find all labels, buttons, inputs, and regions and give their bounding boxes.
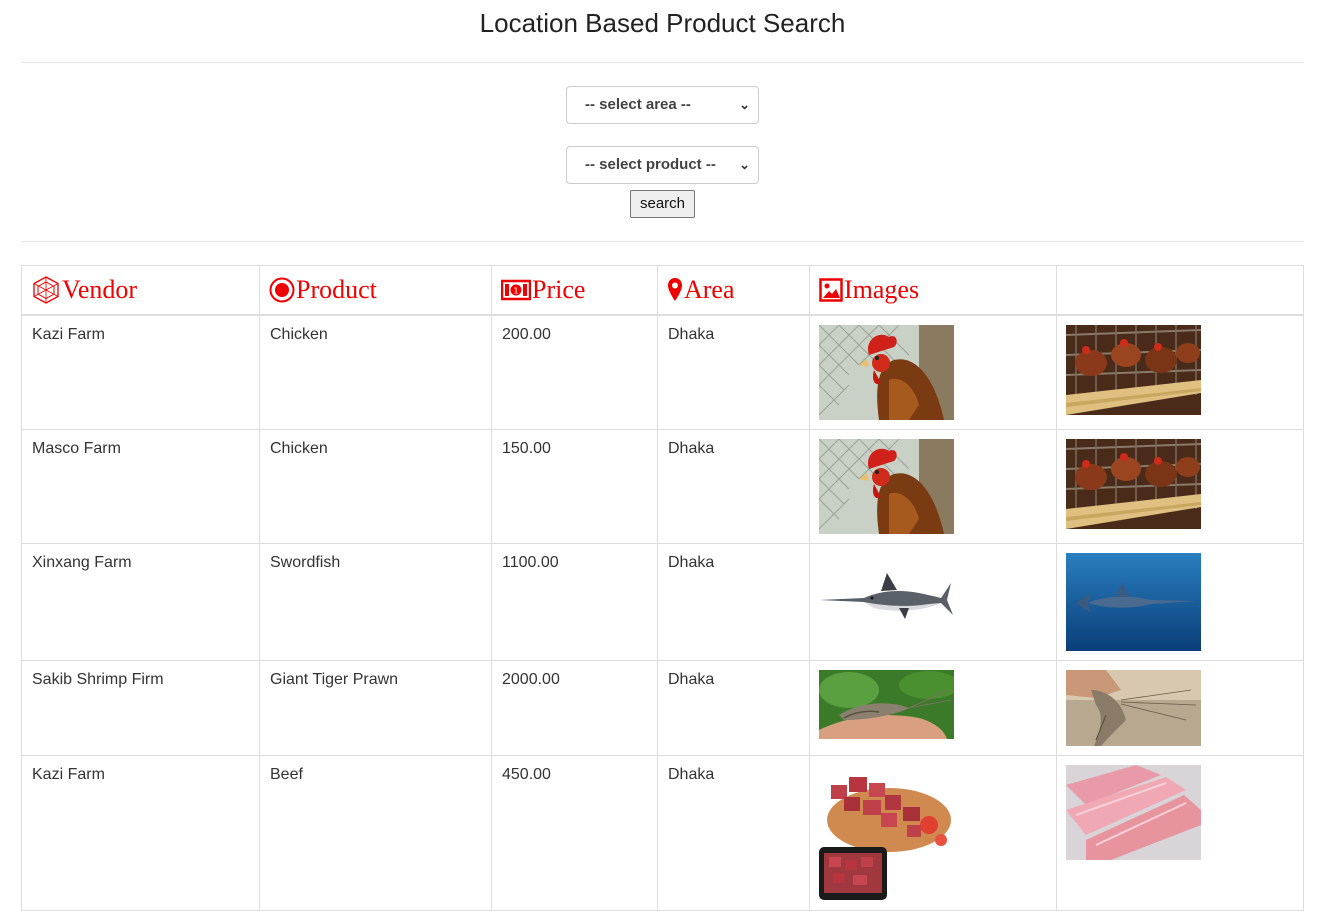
vendor-cell: Xinxang Farm xyxy=(21,542,260,661)
page-title: Location Based Product Search xyxy=(479,8,846,38)
vendor-cell: Kazi Farm xyxy=(21,754,260,911)
header-images-2 xyxy=(1056,265,1304,316)
prawn-held-image xyxy=(1066,669,1201,746)
image-icon xyxy=(819,278,843,302)
product-cell: Chicken xyxy=(259,428,492,544)
search-button[interactable]: search xyxy=(630,190,695,218)
price-cell: 450.00 xyxy=(491,754,658,911)
product-select[interactable]: -- select product -- ⌄ xyxy=(566,146,759,184)
price-cell: 2000.00 xyxy=(491,659,658,756)
swordfish-underwater-image xyxy=(1066,552,1201,651)
results-table: Vendor Product 1 Price Area Images Kazi … xyxy=(21,265,1304,911)
header-price-label: Price xyxy=(532,275,586,304)
product-cell: Beef xyxy=(259,754,492,911)
header-vendor: Vendor xyxy=(21,265,260,316)
header-price: 1 Price xyxy=(491,265,658,316)
table-header-row: Vendor Product 1 Price Area Images xyxy=(21,265,1304,316)
price-cell: 200.00 xyxy=(491,314,658,430)
chevron-down-icon: ⌄ xyxy=(739,97,750,112)
price-cell: 1100.00 xyxy=(491,542,658,661)
money-icon: 1 xyxy=(501,279,531,301)
product-icon xyxy=(269,277,295,303)
area-cell: Dhaka xyxy=(657,542,810,661)
table-row: Kazi Farm Chicken 200.00 Dhaka xyxy=(21,314,1304,430)
table-row: Kazi Farm Beef 450.00 Dhaka xyxy=(21,754,1304,911)
product-select-value: -- select product -- xyxy=(585,156,716,173)
area-cell: Dhaka xyxy=(657,428,810,544)
vendor-cell: Sakib Shrimp Firm xyxy=(21,659,260,756)
header-images: Images xyxy=(809,265,1057,316)
divider xyxy=(21,62,1304,63)
area-cell: Dhaka xyxy=(657,659,810,756)
table-row: Xinxang Farm Swordfish 1100.00 Dhaka xyxy=(21,542,1304,661)
swordfish-image xyxy=(819,552,954,651)
area-select-value: -- select area -- xyxy=(585,96,691,113)
divider xyxy=(21,241,1304,242)
header-vendor-label: Vendor xyxy=(62,275,138,304)
area-cell: Dhaka xyxy=(657,754,810,911)
product-cell: Chicken xyxy=(259,314,492,430)
header-area: Area xyxy=(657,265,810,316)
price-cell: 150.00 xyxy=(491,428,658,544)
svg-text:1: 1 xyxy=(513,287,518,296)
header-product: Product xyxy=(259,265,492,316)
chevron-down-icon: ⌄ xyxy=(739,157,750,172)
area-cell: Dhaka xyxy=(657,314,810,430)
vendor-icon xyxy=(33,276,59,304)
beef-cubes-image xyxy=(819,764,954,900)
table-row: Masco Farm Chicken 150.00 Dhaka xyxy=(21,428,1304,544)
prawn-in-hand-image xyxy=(819,669,954,739)
rooster-image xyxy=(819,325,954,420)
product-cell: Giant Tiger Prawn xyxy=(259,659,492,756)
caged-hens-image xyxy=(1066,438,1201,529)
header-area-label: Area xyxy=(684,275,735,304)
rooster-image xyxy=(819,438,954,534)
caged-hens-image xyxy=(1066,325,1201,415)
vendor-cell: Masco Farm xyxy=(21,428,260,544)
area-select[interactable]: -- select area -- ⌄ xyxy=(566,86,759,124)
header-product-label: Product xyxy=(296,275,377,304)
beef-slabs-image xyxy=(1066,764,1201,860)
vendor-cell: Kazi Farm xyxy=(21,314,260,430)
map-marker-icon xyxy=(668,278,682,301)
header-images-label: Images xyxy=(844,275,920,304)
product-cell: Swordfish xyxy=(259,542,492,661)
table-row: Sakib Shrimp Firm Giant Tiger Prawn 2000… xyxy=(21,659,1304,756)
